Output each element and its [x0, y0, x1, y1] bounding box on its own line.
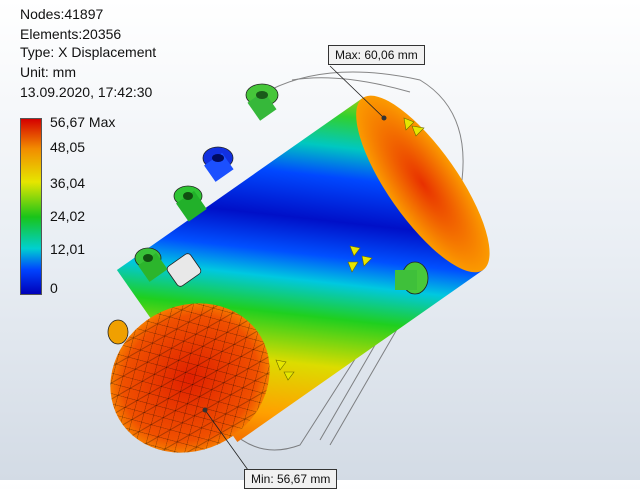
legend-label: 24,02: [50, 208, 86, 224]
max-probe-label[interactable]: Max: 60,06 mm: [328, 45, 425, 65]
min-probe-marker: [202, 407, 208, 413]
max-probe-marker: [381, 115, 387, 121]
legend-label: 12,01: [50, 241, 86, 257]
min-probe-label[interactable]: Min: 56,67 mm: [244, 469, 338, 489]
legend-label-max: 56,67 Max: [50, 114, 116, 130]
nodes-count: Nodes:41897: [20, 6, 104, 22]
result-unit: Unit: mm: [20, 64, 76, 80]
legend-label: 36,04: [50, 175, 86, 191]
nozzle-upper-blue[interactable]: [202, 146, 234, 182]
legend-label-min: 0: [50, 280, 58, 296]
elements-count: Elements:20356: [20, 26, 122, 42]
color-legend: 56,67 Max 48,05 36,04 24,02 12,01 0: [20, 114, 160, 296]
result-type: Type: X Displacement: [20, 44, 157, 60]
result-timestamp: 13.09.2020, 17:42:30: [20, 84, 153, 100]
legend-label: 48,05: [50, 139, 86, 155]
nozzle-left-lower[interactable]: [107, 319, 129, 345]
legend-color-bar: [20, 118, 42, 295]
nozzle-top-flange[interactable]: [245, 83, 279, 121]
